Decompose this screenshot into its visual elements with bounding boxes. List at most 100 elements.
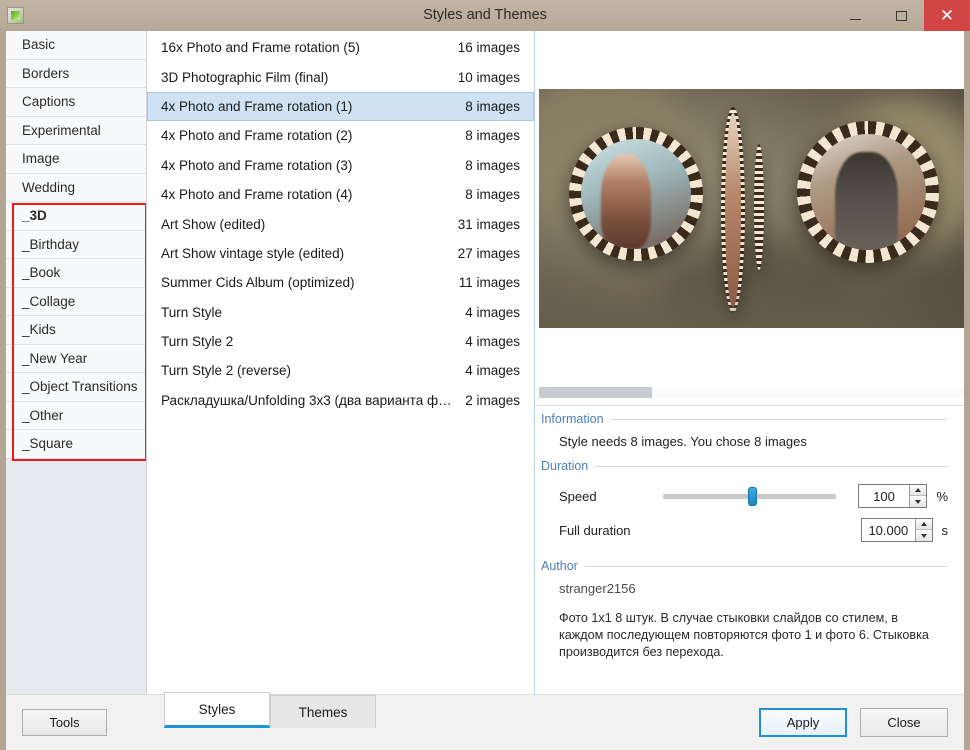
style-row-count: 4 images	[465, 363, 520, 379]
preview-photo-left	[581, 139, 691, 249]
style-row-name: Summer Cids Album (optimized)	[161, 275, 355, 291]
full-duration-value[interactable]: 10.000	[862, 519, 914, 541]
style-row-count: 8 images	[465, 157, 520, 173]
minimize-button[interactable]	[832, 0, 878, 31]
style-row-count: 8 images	[465, 98, 520, 114]
style-row[interactable]: Turn Style 4 images	[147, 298, 534, 327]
sidebar-item[interactable]: Wedding	[6, 173, 146, 202]
style-list[interactable]: 16x Photo and Frame rotation (5) 16 image…	[147, 31, 535, 694]
speed-slider-thumb[interactable]	[747, 486, 757, 506]
sidebar-item[interactable]: Image	[6, 145, 146, 174]
style-row[interactable]: Turn Style 2 4 images	[147, 327, 534, 356]
style-row[interactable]: 4x Photo and Frame rotation (3) 8 images	[147, 151, 534, 180]
chevron-down-icon	[920, 533, 927, 538]
style-row[interactable]: 16x Photo and Frame rotation (5) 16 image…	[147, 33, 534, 62]
style-row-name: Раскладушка/Unfolding 3x3 (два варианта …	[161, 392, 456, 408]
style-row-name: 4x Photo and Frame rotation (4)	[161, 187, 353, 203]
sidebar-item[interactable]: _Book	[6, 259, 146, 288]
group-rule	[595, 465, 948, 467]
tab-themes[interactable]: Themes	[270, 695, 376, 728]
sidebar-item[interactable]: Borders	[6, 59, 146, 88]
title-bar: Styles and Themes ✕	[0, 0, 970, 31]
tab-strip: Styles Themes	[164, 692, 376, 728]
style-row-count: 2 images	[465, 392, 520, 408]
full-duration-decrement-button[interactable]	[915, 530, 932, 541]
sidebar-item[interactable]: _Kids	[6, 316, 146, 345]
style-row-count: 11 images	[458, 275, 520, 291]
author-name: stranger2156	[559, 581, 636, 596]
style-row[interactable]: Раскладушка/Unfolding 3x3 (два варианта …	[147, 386, 534, 415]
tools-button[interactable]: Tools	[22, 709, 107, 736]
style-row-name: 4x Photo and Frame rotation (2)	[161, 128, 353, 144]
info-area: Information Style needs 8 images. You ch…	[535, 406, 964, 694]
group-rule	[584, 565, 948, 567]
preview-frame-left	[569, 127, 703, 261]
preview-reflection	[539, 280, 964, 328]
sidebar-item[interactable]: _Birthday	[6, 230, 146, 259]
style-row-name: Turn Style 2 (reverse)	[161, 363, 292, 379]
chevron-up-icon	[915, 488, 922, 492]
scrollbar-thumb[interactable]	[539, 387, 652, 398]
full-duration-unit: s	[941, 522, 949, 538]
speed-spinner-buttons	[909, 485, 927, 507]
style-row[interactable]: Turn Style 2 (reverse) 4 images	[147, 356, 534, 385]
sidebar-item[interactable]: Basic	[6, 31, 146, 60]
style-row-name: 4x Photo and Frame rotation (3)	[161, 157, 353, 173]
speed-decrement-button[interactable]	[910, 496, 927, 507]
window-controls: ✕	[832, 0, 970, 31]
style-row[interactable]: 4x Photo and Frame rotation (1) 8 images	[147, 91, 534, 122]
information-group: Information Style needs 8 images. You ch…	[539, 412, 948, 453]
author-description: Фото 1x1 8 штук. В случае стыковки слайд…	[559, 611, 929, 659]
style-row-count: 4 images	[465, 304, 520, 320]
information-body: Style needs 8 images. You chose 8 images	[539, 426, 948, 453]
preview-frame-edge-2	[754, 144, 764, 270]
style-row[interactable]: 3D Photographic Film (final) 10 images	[147, 62, 534, 91]
author-heading-label: Author	[541, 559, 578, 573]
author-body: stranger2156 Фото 1x1 8 штук. В случае с…	[539, 573, 948, 665]
action-buttons: Apply Close	[759, 708, 948, 737]
maximize-icon	[895, 10, 907, 21]
style-row-count: 8 images	[465, 128, 520, 144]
sidebar-item[interactable]: _Square	[6, 430, 146, 459]
details-pane: Information Style needs 8 images. You ch…	[535, 31, 964, 694]
sidebar-item[interactable]: Captions	[6, 88, 146, 117]
style-preview-image[interactable]	[539, 89, 964, 328]
sidebar-item[interactable]: _3D	[6, 202, 146, 231]
sidebar-item[interactable]: _New Year	[6, 344, 146, 373]
style-row[interactable]: Art Show vintage style (edited) 27 images	[147, 239, 534, 268]
sidebar-item[interactable]: _Collage	[6, 287, 146, 316]
sidebar-item[interactable]: Experimental	[6, 116, 146, 145]
chevron-down-icon	[915, 499, 922, 504]
maximize-button[interactable]	[878, 0, 924, 31]
style-row[interactable]: 4x Photo and Frame rotation (2) 8 images	[147, 121, 534, 150]
full-duration-increment-button[interactable]	[915, 519, 932, 530]
preview-frame-right	[797, 121, 939, 263]
speed-spinner[interactable]: 100	[857, 484, 928, 508]
speed-increment-button[interactable]	[910, 485, 927, 496]
sidebar-item[interactable]: _Object Transitions	[6, 373, 146, 402]
bottom-bar: Tools Styles Themes Apply Close	[6, 692, 964, 750]
minimize-icon	[849, 18, 861, 20]
preview-horizontal-scrollbar[interactable]	[539, 387, 964, 398]
close-button[interactable]: ✕	[924, 0, 970, 31]
dialog-window: Styles and Themes ✕ Basic Borders Captions…	[0, 0, 970, 750]
style-row[interactable]: Art Show (edited) 31 images	[147, 209, 534, 238]
dialog-body: Basic Borders Captions Experimental Image Wed…	[6, 31, 964, 750]
style-row-count: 27 images	[457, 245, 520, 261]
close-dialog-button[interactable]: Close	[860, 708, 948, 737]
sidebar-item[interactable]: _Other	[6, 401, 146, 430]
duration-body: Speed 100 % Full duration 10.000 s	[539, 473, 948, 553]
full-duration-spinner[interactable]: 10.000	[861, 518, 933, 542]
style-row[interactable]: Summer Cids Album (optimized) 11 images	[147, 268, 534, 297]
style-row-name: Art Show vintage style (edited)	[161, 245, 345, 261]
close-icon: ✕	[939, 6, 955, 25]
tab-styles[interactable]: Styles	[164, 692, 270, 728]
apply-button[interactable]: Apply	[759, 708, 847, 737]
speed-slider[interactable]	[663, 486, 836, 506]
speed-value[interactable]: 100	[859, 485, 910, 507]
style-row-name: 4x Photo and Frame rotation (1)	[161, 98, 353, 114]
style-row[interactable]: 4x Photo and Frame rotation (4) 8 images	[147, 180, 534, 209]
category-list: Basic Borders Captions Experimental Image Wed…	[6, 31, 146, 459]
category-sidebar[interactable]: Basic Borders Captions Experimental Image Wed…	[6, 31, 147, 694]
full-duration-spinner-buttons	[914, 519, 932, 541]
